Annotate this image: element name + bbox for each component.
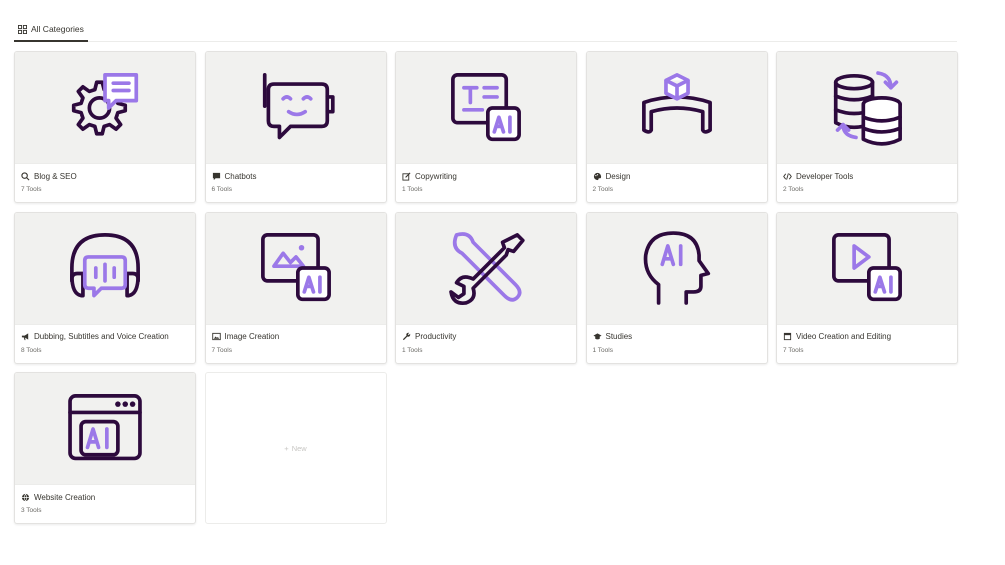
category-card-studies[interactable]: Studies 1 Tools [585,211,768,364]
browser-ai-illustration [68,393,142,460]
database-sync-illustration [833,70,902,146]
card-cover [15,52,195,164]
card-cover [396,52,576,164]
image-icon [211,332,221,341]
view-tab-bar: All Categories [14,24,957,42]
card-title: Copywriting [415,171,457,181]
category-card-chatbots[interactable]: Chatbots 6 Tools [204,51,387,203]
category-card-dubbing[interactable]: Dubbing, Subtitles and Voice Creation 8 … [14,211,196,364]
tool-count: 7 Tools [783,346,804,354]
card-cover [586,52,767,164]
category-card-developer-tools[interactable]: Developer Tools 2 Tools [776,51,958,203]
category-card-design[interactable]: Design 2 Tools [585,51,768,203]
card-cover [15,212,195,325]
robot-head-illustration [262,72,335,139]
globe-icon [21,493,30,502]
card-title: Design [605,171,631,181]
graduation-cap-icon [592,332,602,341]
card-cover [396,212,576,325]
wrench-screwdriver-illustration [449,232,525,306]
category-card-video-creation[interactable]: Video Creation and Editing 7 Tools [776,211,958,364]
code-icon [783,172,792,181]
category-card-productivity[interactable]: Productivity 1 Tools [395,211,577,364]
card-title: Video Creation and Editing [796,332,892,341]
speech-bubble-icon [212,172,221,181]
new-card-label: New [291,443,307,453]
megaphone-icon [21,332,30,341]
card-cover [205,52,386,164]
card-title: Developer Tools [796,171,854,181]
tool-count: 6 Tools [211,186,232,193]
edit-icon [402,172,411,181]
card-title: Blog & SEO [34,171,77,181]
tool-count: 8 Tools [21,346,42,354]
card-cover [15,373,195,485]
card-cover [205,212,386,325]
headphones-audio-illustration [70,233,140,298]
category-card-blog-seo[interactable]: Blog & SEO 7 Tools [14,51,196,203]
category-card-copywriting[interactable]: Copywriting 1 Tools [395,51,577,203]
video-ai-illustration [832,233,902,302]
new-card-button[interactable]: + New [204,372,387,524]
text-document-ai-illustration [451,72,521,141]
tool-count: 2 Tools [783,186,804,193]
tool-count: 2 Tools [592,186,613,193]
card-title: Dubbing, Subtitles and Voice Creation [34,332,169,341]
gear-chat-illustration [71,72,139,136]
search-icon [21,171,30,181]
card-cover [586,212,767,325]
card-title: Website Creation [34,492,96,502]
image-ai-illustration [260,233,331,302]
palette-icon [593,172,602,181]
ai-head-illustration [643,231,710,305]
tool-count: 1 Tools [402,346,423,354]
tool-count: 7 Tools [21,186,42,193]
card-title: Image Creation [224,332,280,341]
grid-icon [18,24,27,36]
card-cover [777,52,957,164]
card-title: Productivity [415,332,457,341]
card-cover [777,212,957,325]
category-card-image-creation[interactable]: Image Creation 7 Tools [204,211,387,364]
card-title: Studies [605,332,633,341]
tool-count: 1 Tools [592,346,613,354]
tool-count: 7 Tools [211,346,232,354]
plus-icon: + [284,443,289,453]
tab-label: All Categories [31,24,84,34]
category-card-website-creation[interactable]: Website Creation 3 Tools [14,372,196,524]
film-icon [783,332,792,341]
tool-count: 1 Tools [402,186,423,193]
3d-cube-stage-illustration [641,72,712,134]
category-gallery: Blog & SEO 7 Tools Chatbots 6 Tools Copy… [14,51,958,524]
tool-count: 3 Tools [21,507,42,514]
tab-all-categories[interactable]: All Categories [14,24,88,42]
card-title: Chatbots [224,171,257,181]
wrench-icon [402,332,411,341]
